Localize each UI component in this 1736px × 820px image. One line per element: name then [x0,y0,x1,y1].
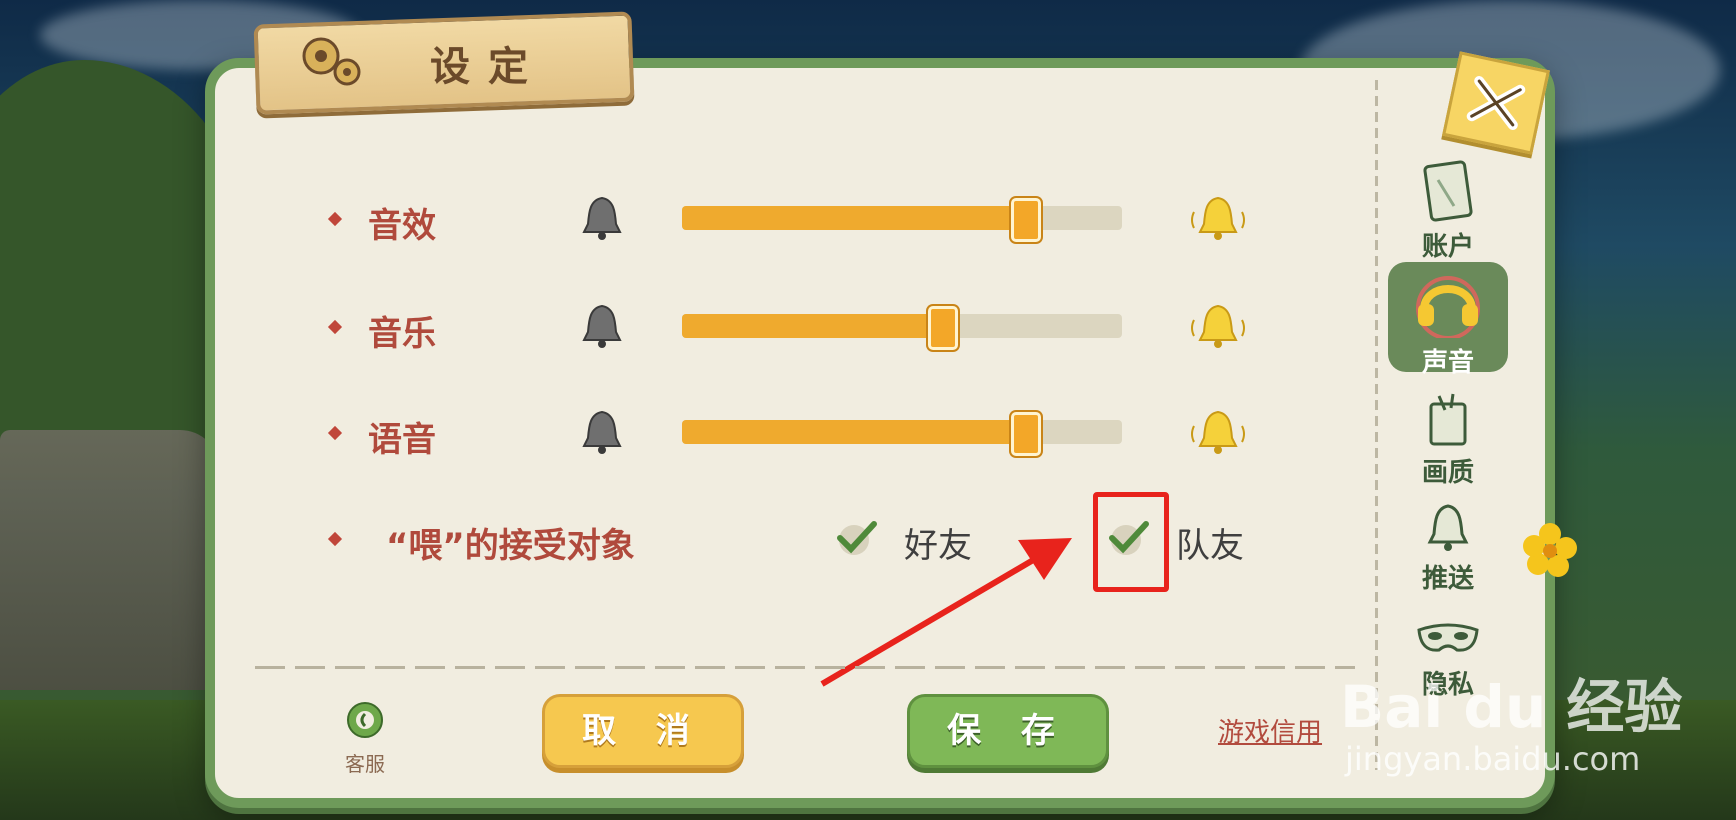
cancel-button[interactable]: 取 消 [542,694,744,768]
bell-muted-icon [582,410,622,454]
background-rocks [0,430,220,690]
support-label: 客服 [345,752,385,776]
support-button[interactable]: 客服 [335,700,395,777]
bullet [327,425,343,441]
watermark: Bai du 经验 [1340,673,1683,741]
slider-thumb[interactable] [1011,198,1042,242]
bell-loud-icon [1191,410,1245,454]
sound-effects-row: 音效 [327,192,1250,252]
picture-icon [1429,393,1467,446]
tab-graphics[interactable]: 画质 [1388,392,1508,492]
volume-slider[interactable] [682,306,1122,350]
recipients-label: “喂”的接受对象 [386,526,635,566]
headphones-icon [1416,276,1480,340]
voice-row: 语音 [327,406,1250,466]
tab-label: 推送 [1421,564,1474,594]
tab-label: 账户 [1421,232,1474,262]
game-credit-link[interactable]: 游戏信用 [1218,712,1322,749]
bell-muted-icon [582,196,622,240]
close-icon [1466,76,1526,130]
support-icon [347,702,383,738]
bell-loud-icon [1191,196,1245,240]
divider-line [255,666,1355,669]
bullet [327,531,343,547]
row-label: 音乐 [368,314,436,354]
highlight-box [1093,492,1169,592]
friend-checkbox[interactable] [834,520,878,556]
bell-icon [1427,504,1469,551]
music-row: 音乐 [327,300,1250,360]
tab-account[interactable]: 账户 [1388,160,1508,262]
teammate-label: 队友 [1176,526,1244,566]
tab-label: 画质 [1421,458,1474,488]
bell-muted-icon [582,304,622,348]
volume-slider[interactable] [682,198,1122,242]
gear-icon [302,37,361,86]
flower-decoration [1523,523,1577,577]
row-label: 语音 [368,420,436,460]
bell-loud-icon [1191,304,1245,348]
slider-fill [682,420,1026,444]
slider-thumb[interactable] [1011,412,1042,456]
tab-label: 声音 [1421,348,1474,378]
volume-slider[interactable] [682,412,1122,456]
mask-icon [1417,623,1479,652]
page-title: 设定 [430,44,546,90]
close-button[interactable] [1442,51,1550,155]
tab-notifications[interactable]: 推送 [1388,502,1508,602]
watermark-url: jingyan.baidu.com [1345,740,1641,778]
slider-fill [682,206,1026,230]
save-button[interactable]: 保 存 [907,694,1109,768]
tab-sound[interactable]: 声音 [1388,262,1508,378]
slider-thumb[interactable] [927,306,958,350]
bullet [327,319,343,335]
slider-fill [682,314,942,338]
card-icon [1423,160,1473,222]
row-label: 音效 [368,206,436,246]
bullet [327,211,343,227]
friend-label: 好友 [904,526,972,566]
